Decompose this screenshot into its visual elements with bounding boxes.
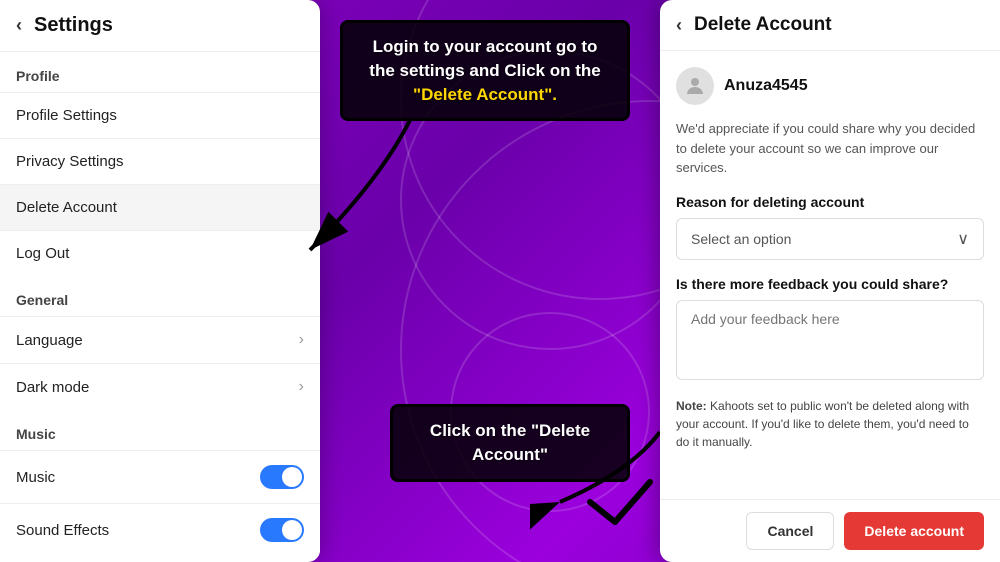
note-bold-label: Note:	[676, 399, 707, 413]
username-label: Anuza4545	[724, 77, 808, 95]
music-label: Music	[16, 469, 55, 486]
section-profile-label: Profile	[0, 52, 320, 92]
language-label: Language	[16, 332, 83, 349]
select-placeholder: Select an option	[691, 231, 791, 247]
dark-mode-arrow-icon: ›	[299, 378, 304, 396]
settings-panel: ‹ Settings Profile Profile Settings Priv…	[0, 0, 320, 562]
section-general-label: General	[0, 276, 320, 316]
feedback-section-label: Is there more feedback you could share?	[676, 276, 984, 292]
delete-account-panel: ‹ Delete Account Anuza4545 We'd apprecia…	[660, 0, 1000, 562]
delete-account-button[interactable]: Delete account	[844, 512, 984, 550]
delete-header: ‹ Delete Account	[660, 0, 1000, 51]
delete-account-label: Delete Account	[16, 199, 117, 216]
section-music-label: Music	[0, 410, 320, 450]
delete-footer: Cancel Delete account	[660, 499, 1000, 562]
reason-field-label: Reason for deleting account	[676, 194, 984, 210]
settings-item-delete-account[interactable]: Delete Account	[0, 184, 320, 230]
delete-description: We'd appreciate if you could share why y…	[676, 119, 984, 178]
settings-item-privacy-settings[interactable]: Privacy Settings	[0, 138, 320, 184]
settings-item-sound-effects[interactable]: Sound Effects	[0, 503, 320, 556]
note-content: Kahoots set to public won't be deleted a…	[676, 399, 969, 449]
sound-effects-toggle-thumb	[282, 520, 302, 540]
settings-title: Settings	[34, 14, 113, 37]
settings-item-log-out[interactable]: Log Out	[0, 230, 320, 276]
settings-back-button[interactable]: ‹	[16, 15, 22, 36]
cancel-button[interactable]: Cancel	[746, 512, 834, 550]
delete-body: Anuza4545 We'd appreciate if you could s…	[660, 51, 1000, 499]
dark-mode-label: Dark mode	[16, 379, 89, 396]
settings-item-dark-mode[interactable]: Dark mode ›	[0, 363, 320, 410]
chevron-down-icon: ∨	[957, 229, 969, 249]
sound-effects-toggle[interactable]	[260, 518, 304, 542]
instruction-text-1: Login to your account go tothe settings …	[369, 37, 600, 104]
section-social-label: Social	[0, 556, 320, 562]
user-avatar	[676, 67, 714, 105]
feedback-textarea[interactable]	[676, 300, 984, 380]
delete-panel-title: Delete Account	[694, 14, 832, 36]
settings-header: ‹ Settings	[0, 0, 320, 52]
reason-select-dropdown[interactable]: Select an option ∨	[676, 218, 984, 260]
instruction-box-2: Click on the "DeleteAccount"	[390, 404, 630, 482]
settings-item-profile-settings[interactable]: Profile Settings	[0, 92, 320, 138]
settings-item-music[interactable]: Music	[0, 450, 320, 503]
instruction-text-2: Click on the "DeleteAccount"	[430, 421, 590, 464]
sound-effects-label: Sound Effects	[16, 522, 109, 539]
user-row: Anuza4545	[676, 67, 984, 105]
settings-body: Profile Profile Settings Privacy Setting…	[0, 52, 320, 562]
log-out-label: Log Out	[16, 245, 69, 262]
profile-settings-label: Profile Settings	[16, 107, 117, 124]
instruction-box-1: Login to your account go tothe settings …	[340, 20, 630, 121]
privacy-settings-label: Privacy Settings	[16, 153, 124, 170]
note-text: Note: Kahoots set to public won't be del…	[676, 397, 984, 451]
music-toggle[interactable]	[260, 465, 304, 489]
language-arrow-icon: ›	[299, 331, 304, 349]
music-toggle-thumb	[282, 467, 302, 487]
delete-back-button[interactable]: ‹	[676, 15, 682, 36]
settings-item-language[interactable]: Language ›	[0, 316, 320, 363]
